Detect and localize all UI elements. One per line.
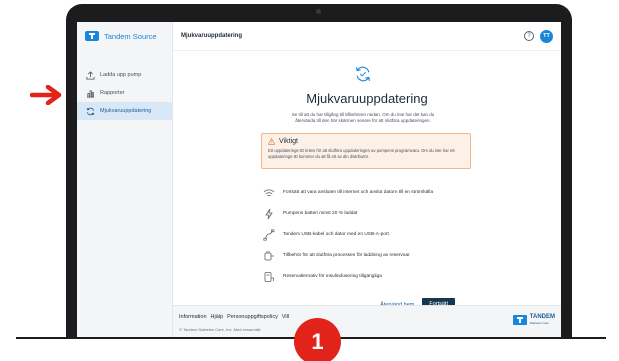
tandem-logo-icon — [85, 31, 99, 41]
warning-box: Viktigt Ett uppdaterings-ID krävs för at… — [261, 133, 471, 169]
list-item: Tillbehör för att slutföra processen för… — [263, 245, 493, 266]
sidebar-item-reports[interactable]: Rapporter — [77, 84, 172, 102]
page-title: Mjukvaruuppdatering — [181, 33, 243, 39]
list-item: Reservalternativ för insulindosering til… — [263, 266, 493, 287]
top-bar: Mjukvaruuppdatering ? TT — [173, 22, 561, 50]
sidebar-item-software-update[interactable]: Mjukvaruuppdatering — [77, 102, 172, 120]
main-title: Mjukvaruuppdatering — [306, 91, 428, 106]
charger-icon — [263, 250, 275, 262]
sync-icon — [355, 66, 371, 82]
brand[interactable]: Tandem Source — [77, 22, 172, 50]
help-icon[interactable]: ? — [524, 31, 534, 41]
footer-links: Information Hjälp Personuppgiftspolicy V… — [179, 314, 289, 320]
upload-icon — [85, 70, 95, 80]
requirement-text: Tillbehör för att slutföra processen för… — [283, 253, 410, 258]
camera-dot — [316, 9, 321, 14]
requirement-text: Reservalternativ för insulindosering til… — [283, 274, 382, 279]
sidebar-nav: Ladda upp pump Rapporter Mjukvaruuppdate… — [77, 66, 172, 120]
footer-logo: TANDEM Diabetes Care — [512, 314, 555, 326]
footer-logo-sub: Diabetes Care — [529, 321, 549, 325]
sidebar-item-upload-pump[interactable]: Ladda upp pump — [77, 66, 172, 84]
requirement-text: Tandem USB-kabel och dator med en USB-A-… — [283, 232, 389, 237]
main-content: Mjukvaruuppdatering Se till att du har t… — [173, 50, 561, 338]
bar-chart-icon — [85, 88, 95, 98]
list-item: Tandem USB-kabel och dator med en USB-A-… — [263, 224, 493, 245]
sidebar: Tandem Source Ladda upp pump Rapporter M… — [77, 22, 173, 338]
pen-device-icon — [263, 271, 275, 283]
pointer-arrow-icon — [30, 85, 62, 105]
sync-icon — [85, 106, 95, 116]
laptop-frame: Tandem Source Ladda upp pump Rapporter M… — [66, 4, 572, 338]
requirement-text: Pumpens batteri minst 20 % laddat — [283, 211, 358, 216]
footer-logo-text: TANDEM Diabetes Care — [530, 314, 555, 326]
tandem-logo-icon — [512, 315, 527, 325]
brand-name: Tandem Source — [104, 31, 157, 41]
wifi-icon — [263, 187, 275, 199]
lightning-icon — [263, 208, 275, 220]
warning-icon — [268, 138, 275, 145]
top-bar-actions: ? TT — [524, 29, 553, 43]
warning-title: Viktigt — [279, 138, 298, 145]
footer-copyright: © Tandem Diabetes Care, Inc. Med ensamrä… — [179, 327, 262, 332]
warning-text: Ett uppdaterings-ID krävs för att slutfö… — [268, 148, 455, 159]
main-subtitle: Se till att du har tillgång till tillbeh… — [291, 112, 435, 123]
avatar[interactable]: TT — [540, 29, 553, 43]
footer-link-help[interactable]: Hjälp — [211, 314, 224, 320]
usb-cable-icon — [263, 228, 275, 241]
sidebar-item-label: Mjukvaruuppdatering — [100, 108, 152, 114]
list-item: Fortsätt att vara ansluten till internet… — [263, 182, 493, 203]
app-screen: Tandem Source Ladda upp pump Rapporter M… — [77, 22, 561, 338]
sidebar-item-label: Ladda upp pump — [100, 72, 142, 78]
requirements-list: Fortsätt att vara ansluten till internet… — [263, 182, 493, 287]
sidebar-item-label: Rapporter — [100, 90, 125, 96]
footer: Information Hjälp Personuppgiftspolicy V… — [173, 305, 561, 338]
list-item: Pumpens batteri minst 20 % laddat — [263, 203, 493, 224]
step-badge: 1 — [294, 318, 341, 361]
footer-link-information[interactable]: Information — [179, 314, 207, 320]
requirement-text: Fortsätt att vara ansluten till internet… — [283, 190, 434, 195]
footer-link-privacy-policy[interactable]: Personuppgiftspolicy — [227, 314, 278, 320]
footer-link-terms[interactable]: Vill — [282, 314, 289, 320]
